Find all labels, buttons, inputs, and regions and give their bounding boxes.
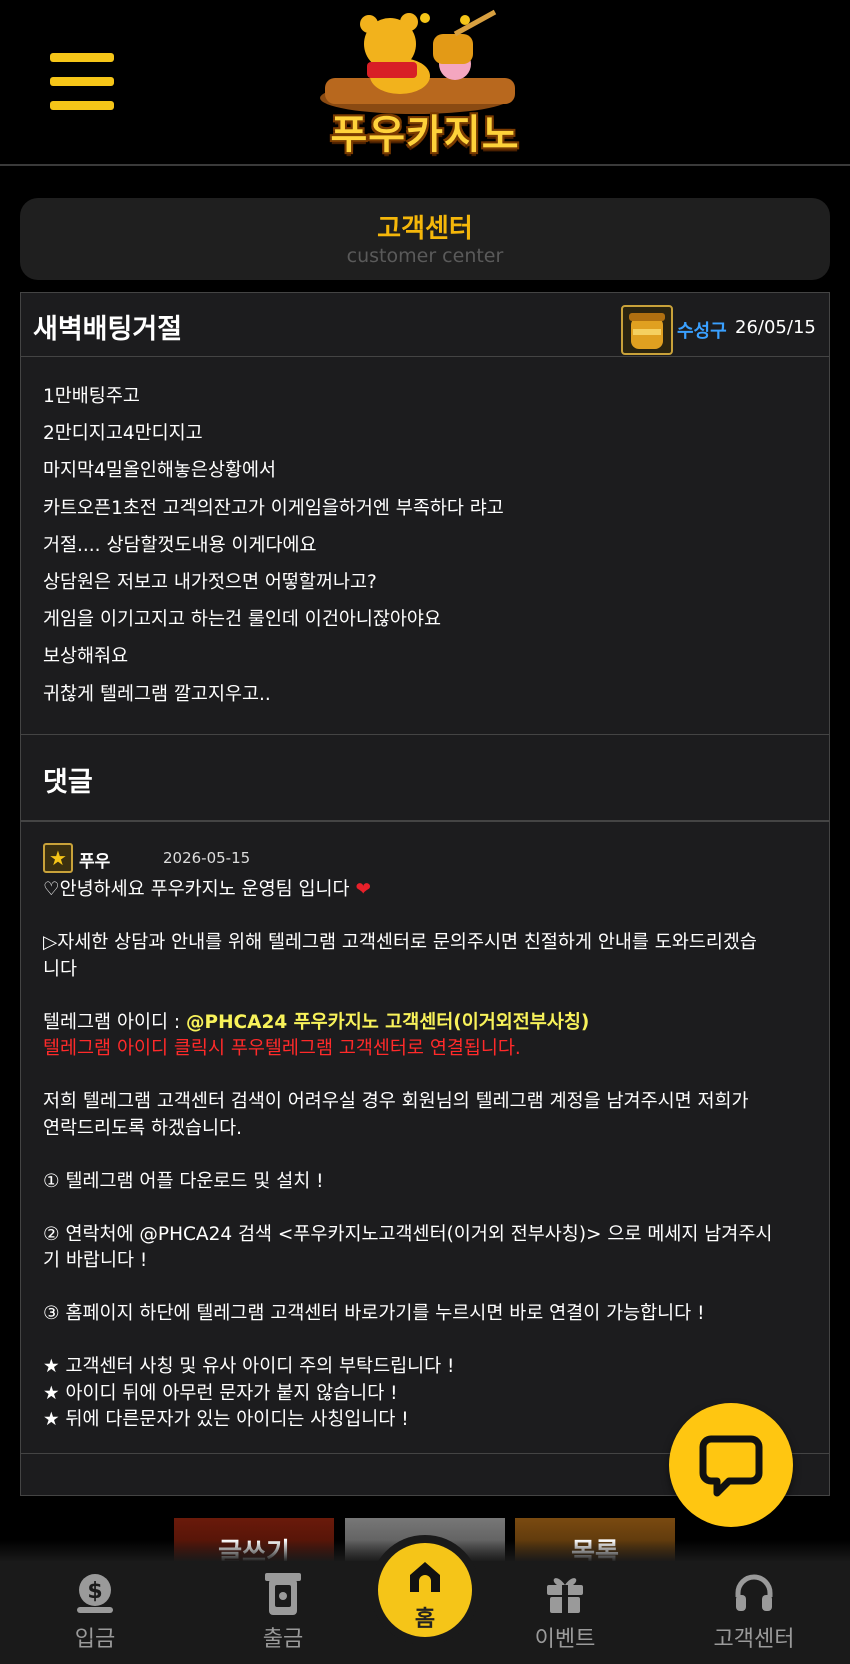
post-line: 보상해줘요 [43,646,129,668]
post-line: 마지막4밀올인해놓은상황에서 [43,460,277,482]
nav-home[interactable]: 홈 [370,1535,480,1653]
comment-note: ★ 아이디 뒤에 아무런 문자가 붙지 않습니다 ! [43,1382,398,1404]
nav-withdraw[interactable]: 출금 [203,1561,363,1664]
home-icon [410,1562,440,1592]
honey-pot-icon [621,305,673,355]
post-line: 1만배팅주고 [43,386,140,407]
post-line: 귀찮게 텔레그램 깔고지우고.. [43,683,271,705]
comment-item: ★ 푸우 2026-05-15 ♡안녕하세요 푸우카지노 운영팀 입니다 ❤ ▷… [43,843,803,1434]
nav-label: 입금 [74,1627,116,1652]
comment-author: 푸우 [79,852,111,872]
header: 푸우카지노 [0,0,850,166]
atm-icon [265,1573,301,1615]
page-title: 고객센터 [377,214,473,244]
chat-icon [699,1435,763,1497]
menu-icon[interactable] [50,53,114,111]
nav-label: 고객센터 [713,1627,795,1652]
gift-icon [547,1578,583,1613]
comment-line: ▷자세한 상담과 안내를 위해 텔레그램 고객센터로 문의주시면 친절하게 안내… [43,932,757,953]
comment-date: 2026-05-15 [163,849,251,867]
comment-line: 니다 [43,958,78,980]
post-date: 26/05/15 [735,317,816,338]
post-title: 새벽배팅거절 [33,314,183,345]
comment-line: 연락드리도록 하겠습니다. [43,1117,242,1139]
comment-step: 기 바랍니다 ! [43,1250,148,1271]
post-body: 1만배팅주고 2만디지고4만디지고 마지막4밀올인해놓은상황에서 카트오픈1초전… [43,378,803,713]
post-author[interactable]: 수성구 [677,317,727,343]
nav-deposit[interactable]: $ 입금 [15,1561,175,1664]
post-line: 상담원은 저보고 내가젓으면 어떻할꺼나고? [43,572,377,594]
post-container: 새벽배팅거절 수성구 26/05/15 1만배팅주고 2만디지고4만디지고 마지… [20,292,830,1496]
chat-button[interactable] [669,1403,793,1527]
comment-note: ★ 고객센터 사칭 및 유사 아이디 주의 부탁드립니다 ! [43,1356,455,1377]
post-line: 2만디지고4만디지고 [43,423,203,445]
nav-label: 홈 [414,1607,436,1632]
comment-step: ③ 홈페이지 하단에 텔레그램 고객센터 바로가기를 누르시면 바로 연결이 가… [43,1303,705,1324]
logo-text: 푸우카지노 [330,112,520,158]
post-header: 새벽배팅거절 수성구 26/05/15 [21,293,829,357]
post-line: 게임을 이기고지고 하는건 룰인데 이건아니잖아야요 [43,609,441,631]
page-subtitle: customer center [346,245,504,267]
nav-event[interactable]: 이벤트 [485,1561,645,1664]
comments-title: 댓글 [43,767,93,798]
star-badge-icon: ★ [43,843,73,873]
site-logo[interactable]: 푸우카지노 [305,6,545,158]
post-line: 거절.... 상담할껏도내용 이게다에요 [43,534,317,556]
comment-body: ♡안녕하세요 푸우카지노 운영팀 입니다 ❤ ▷자세한 상담과 안내를 위해 텔… [43,877,803,1434]
comment-greeting: ♡안녕하세요 푸우카지노 운영팀 입니다 [43,879,350,900]
divider [21,820,829,822]
telegram-id-link[interactable]: @PHCA24 푸우카지노 고객센터(이거외전부사칭) [186,1012,589,1033]
comment-line: 저희 텔레그램 고객센터 검색이 어려우실 경우 회원님의 텔레그램 계정을 남… [43,1091,749,1112]
nav-label: 출금 [262,1627,304,1652]
comment-header: ★ 푸우 2026-05-15 [43,843,803,877]
divider [21,734,829,735]
telegram-label: 텔레그램 아이디 : [43,1011,187,1033]
bear-mascot-icon [320,9,515,114]
nav-label: 이벤트 [534,1627,596,1652]
headset-icon [735,1574,773,1611]
page-title-card: 고객센터 customer center [20,198,830,280]
nav-support[interactable]: 고객센터 [674,1561,834,1664]
heart-icon: ❤ [355,879,371,900]
comment-step: ① 텔레그램 어플 다운로드 및 설치 ! [43,1170,324,1192]
coin-icon: $ [77,1574,113,1613]
post-line: 카트오픈1초전 고겍의잔고가 이게임을하거엔 부족하다 랴고 [43,497,504,519]
svg-text:$: $ [87,1579,102,1604]
comment-step: ② 연락처에 @PHCA24 검색 <푸우카지노고객센터(이거외 전부사칭)> … [43,1223,773,1245]
telegram-click-link[interactable]: 텔레그램 아이디 클릭시 푸우텔레그램 고객센터로 연결됩니다. [43,1036,803,1063]
